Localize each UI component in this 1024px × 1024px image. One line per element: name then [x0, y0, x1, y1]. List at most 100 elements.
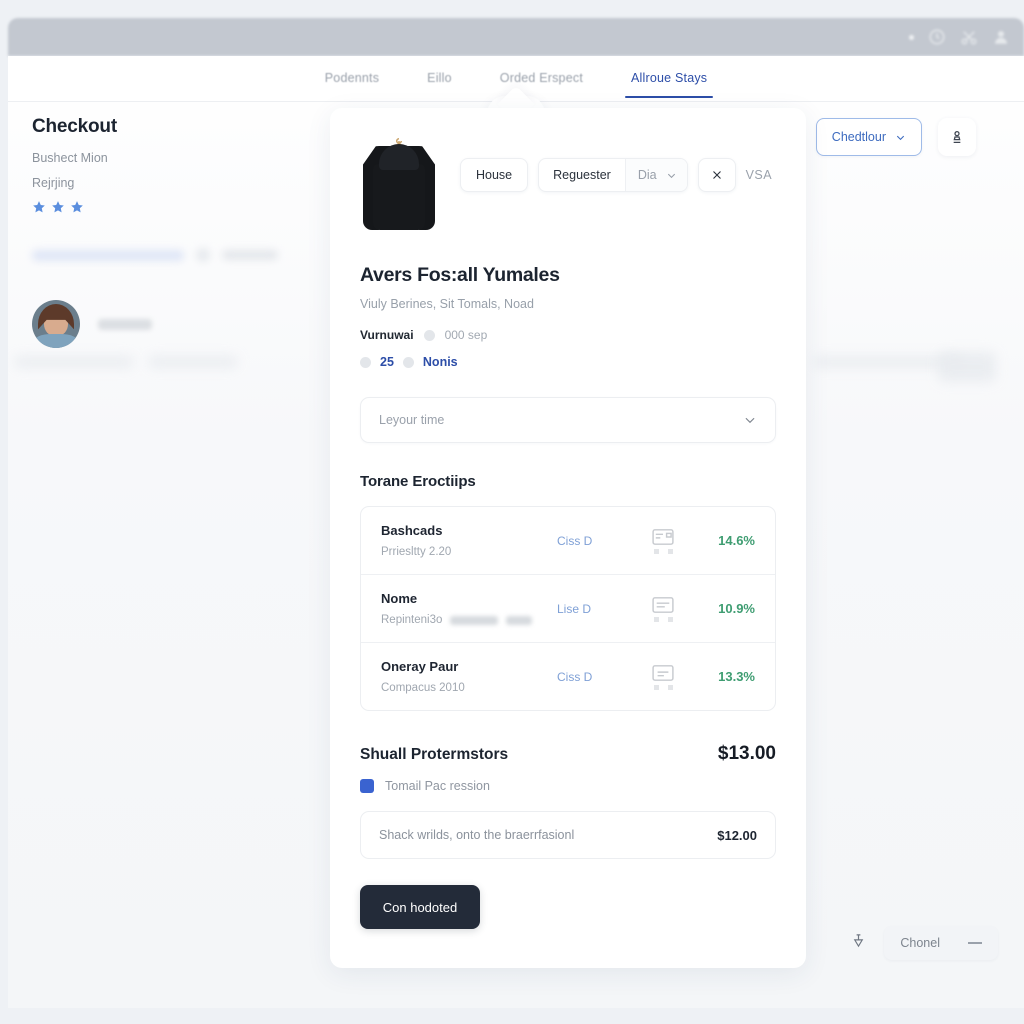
checkout-card: House Reguester Dia VSA Avers Fos:all Yu…: [330, 108, 806, 968]
browser-viewport: Podennts Eillo Orded Erspect Allroue Sta…: [8, 56, 1024, 1008]
row-percentage: 10.9%: [718, 601, 755, 616]
row-subtitle-placeholder: [506, 615, 533, 625]
action-chips: House Reguester Dia VSA: [460, 136, 772, 192]
sidebar-placeholder-row: [32, 248, 322, 262]
chevron-down-icon: [667, 173, 675, 178]
bottom-right-widget: Chonel: [851, 926, 998, 960]
pin-icon[interactable]: [851, 933, 866, 953]
chip-requester-select[interactable]: Dia: [624, 159, 687, 191]
chevron-down-icon: [896, 135, 905, 140]
close-chip-button[interactable]: [697, 158, 736, 192]
row-percentage: 13.3%: [718, 669, 755, 684]
background-placeholder: [938, 352, 996, 382]
nav-tab-0[interactable]: Podennts: [323, 59, 381, 98]
terms-checkbox-row[interactable]: Tomail Pac ression: [360, 779, 776, 793]
person-icon[interactable]: [992, 28, 1010, 46]
placeholder-bar: [32, 249, 184, 261]
note-amount: $12.00: [717, 827, 757, 843]
row-title: Bashcads: [381, 523, 443, 538]
row-subtitle-placeholder: [450, 615, 499, 625]
row-link[interactable]: Ciss D: [557, 670, 635, 684]
top-right-controls: Chedtlour: [815, 118, 976, 156]
section-title: Torane Eroctiips: [360, 473, 476, 490]
sidebar-subtitle-2: Rejrjing: [32, 176, 75, 190]
row-link[interactable]: Lise D: [557, 602, 635, 616]
product-subtitle: Viuly Berines, Sit Tomals, Noad: [360, 297, 534, 311]
note-box: Shack wrilds, onto the braerrfasionl $12…: [360, 811, 776, 859]
chevron-down-icon: [745, 417, 755, 424]
meta-value: 000 sep: [444, 328, 488, 342]
checkout-dropdown-button[interactable]: Chedtlour: [815, 118, 922, 156]
background-placeholder: [14, 356, 134, 368]
meta-link[interactable]: Nonis: [423, 355, 458, 369]
totals-label: Shuall Protermstors: [360, 746, 509, 763]
card-icon: [635, 596, 691, 622]
star-icon: [71, 201, 83, 213]
row-subtitle-text: Compacus 2010: [381, 682, 465, 694]
product-meta-row-2: 25 Nonis: [360, 355, 776, 369]
time-select-value: Leyour time: [379, 413, 445, 427]
meta-dot-icon: [423, 329, 435, 341]
row-title: Oneray Paur: [381, 659, 459, 674]
placeholder-bar: [222, 250, 278, 260]
nav-tab-3[interactable]: Allroue Stays: [624, 59, 714, 98]
stamp-icon-button[interactable]: [938, 118, 976, 156]
confirm-button[interactable]: Con hodoted: [360, 885, 480, 929]
totals-value: $13.00: [717, 743, 776, 764]
app-root: Podennts Eillo Orded Erspect Allroue Sta…: [0, 0, 1024, 1024]
minimize-dash-icon[interactable]: [968, 942, 982, 944]
checkbox-icon[interactable]: [360, 779, 374, 793]
cut-icon[interactable]: [960, 28, 978, 46]
avatar: [32, 300, 80, 348]
channel-pill[interactable]: Chonel: [884, 926, 998, 960]
table-row[interactable]: Bashcads Prriesltty 2.20 Ciss D 14.6%: [361, 507, 775, 575]
left-sidebar: Checkout Bushect Mion Rejrjing: [32, 116, 322, 348]
meta-label: Vurnuwai: [360, 328, 414, 342]
page-title: Checkout: [32, 116, 117, 137]
placeholder-dot: [196, 248, 210, 262]
product-image: [360, 136, 438, 232]
nav-tab-1[interactable]: Eillo: [425, 59, 454, 98]
checkbox-label: Tomail Pac ression: [385, 779, 490, 793]
stamp-icon: [953, 131, 961, 143]
row-content: Bashcads Prriesltty 2.20: [381, 523, 557, 558]
time-select[interactable]: Leyour time: [360, 397, 776, 443]
card-icon: [635, 664, 691, 690]
chip-group-requester[interactable]: Reguester Dia: [538, 158, 688, 192]
window-titlebar: [8, 18, 1024, 56]
table-row[interactable]: Nome Repinteni3o Lise D 10.9%: [361, 575, 775, 643]
star-icon: [52, 201, 64, 213]
meta-dot-icon: [402, 356, 414, 368]
checkout-dropdown-label: Chedtlour: [831, 130, 886, 144]
totals-row: Shuall Protermstors $13.00: [360, 743, 776, 765]
row-subtitle: Compacus 2010: [381, 682, 557, 694]
chip-house[interactable]: House: [460, 158, 529, 192]
sidebar-user[interactable]: [32, 300, 322, 348]
table-row[interactable]: Oneray Paur Compacus 2010 Ciss D 13.3%: [361, 643, 775, 710]
clock-icon[interactable]: [928, 28, 946, 46]
row-content: Oneray Paur Compacus 2010: [381, 659, 557, 694]
channel-label: Chonel: [900, 936, 940, 950]
user-name-placeholder: [98, 318, 152, 330]
product-title: Avers Fos:all Yumales: [360, 264, 560, 286]
row-title: Nome: [381, 591, 418, 606]
hoodie-body: [373, 164, 425, 230]
row-link[interactable]: Ciss D: [557, 534, 635, 548]
rating-stars[interactable]: [32, 200, 322, 214]
row-subtitle-text: Repinteni3o: [381, 614, 443, 626]
chip-requester-value: Dia: [637, 168, 657, 182]
row-subtitle: Repinteni3o: [381, 614, 557, 626]
star-icon: [33, 201, 45, 213]
dot-indicator-icon: [909, 34, 914, 40]
background-placeholder: [148, 356, 238, 368]
row-subtitle: Prriesltty 2.20: [381, 546, 557, 558]
sidebar-subtitle: Bushect Mion: [32, 151, 108, 165]
close-icon: [712, 171, 721, 179]
row-subtitle-text: Prriesltty 2.20: [381, 546, 452, 558]
row-content: Nome Repinteni3o: [381, 591, 557, 626]
card-icon: [635, 528, 691, 554]
options-list: Bashcads Prriesltty 2.20 Ciss D 14.6% No…: [360, 506, 776, 711]
meta-count: 25: [380, 355, 394, 369]
row-percentage: 14.6%: [718, 533, 755, 548]
meta-dot-icon: [360, 356, 371, 368]
